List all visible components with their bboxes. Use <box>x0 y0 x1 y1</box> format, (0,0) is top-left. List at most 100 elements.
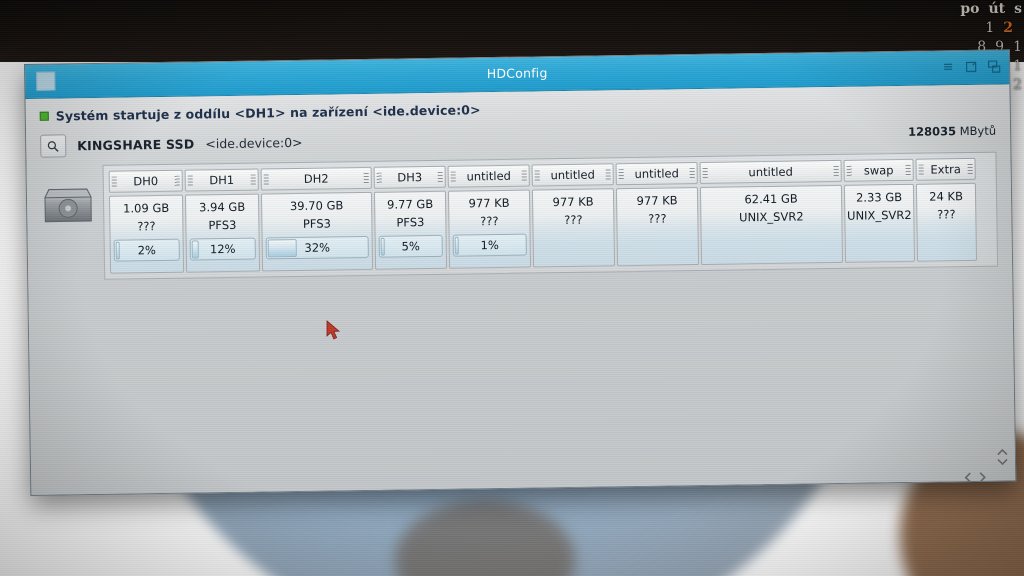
partition-filesystem: PFS3 <box>302 216 331 231</box>
partition-name: DH0 <box>133 174 159 189</box>
desktop: po út s 1 2 8 9 1 15 16 1 22 23 2 HDConf… <box>0 0 1024 576</box>
resize-grip-left-icon[interactable] <box>618 168 624 180</box>
partition-body[interactable]: 3.94 GB PFS3 12% <box>184 193 261 273</box>
partition-body[interactable]: 2.33 GB UNIX_SVR2 <box>843 183 916 263</box>
partition-area: DH0 1.09 GB??? 2% DH1 3.94 GB PFS3 12% DH2 39.70… <box>41 151 999 281</box>
depth-gadget-icon[interactable] <box>941 59 955 73</box>
resize-grip-left-icon[interactable] <box>534 169 540 181</box>
partition-header[interactable]: swap <box>843 158 914 182</box>
calendar-day: 1 <box>1013 39 1022 55</box>
partition-body[interactable]: 1.09 GB??? 2% <box>108 194 185 274</box>
partition-name: untitled <box>634 166 679 181</box>
partition-size: 24 KB <box>929 189 964 204</box>
partition-header[interactable]: untitled <box>699 159 842 184</box>
zoom-gadget-icon[interactable] <box>987 59 1001 73</box>
partition-column[interactable]: untitled 977 KB??? 1% <box>447 164 532 269</box>
scroll-down-arrow-icon[interactable] <box>997 450 1008 466</box>
partition-size: 2.33 GB <box>855 189 903 205</box>
partition-size: 977 KB <box>636 193 678 208</box>
resize-grip-left-icon[interactable] <box>111 176 117 188</box>
calendar-day-today: 2 <box>1003 20 1013 36</box>
partition-size: 977 KB <box>468 195 510 211</box>
resize-grip-right-icon[interactable] <box>437 171 443 183</box>
partition-column[interactable]: Extra 24 KB??? <box>915 157 978 262</box>
partition-size: 9.77 GB <box>386 196 434 212</box>
resize-grip-right-icon[interactable] <box>689 167 695 179</box>
partition-body[interactable]: 977 KB??? <box>615 187 700 267</box>
partition-column[interactable]: DH0 1.09 GB??? 2% <box>108 169 185 274</box>
resize-grip-right-icon[interactable] <box>967 163 973 175</box>
resize-grip-right-icon[interactable] <box>174 175 180 187</box>
partition-size: 62.41 GB <box>744 191 798 207</box>
resize-grip-left-icon[interactable] <box>918 164 924 176</box>
usage-gauge: 12% <box>189 237 256 261</box>
partition-column[interactable]: DH1 3.94 GB PFS3 12% <box>184 168 261 273</box>
vertical-scroll-arrows[interactable] <box>997 441 1008 466</box>
partition-body[interactable]: 977 KB??? 1% <box>447 189 532 269</box>
partition-name: untitled <box>550 167 595 183</box>
resize-grip-left-icon[interactable] <box>702 167 708 179</box>
resize-grip-right-icon[interactable] <box>905 164 911 176</box>
partition-column[interactable]: swap 2.33 GB UNIX_SVR2 <box>843 158 916 263</box>
device-path: <ide.device:0> <box>205 134 303 152</box>
calendar-header-day: út <box>988 1 1006 17</box>
horizontal-scroll-arrows[interactable] <box>964 468 989 483</box>
partition-name: Extra <box>930 162 961 177</box>
partition-header[interactable]: DH2 <box>260 166 372 191</box>
partition-body[interactable]: 24 KB??? <box>915 182 978 262</box>
resize-grip-right-icon[interactable] <box>833 165 839 177</box>
device-name: KINGSHARE SSD <box>77 136 195 154</box>
partition-header[interactable]: untitled <box>447 164 530 188</box>
partition-filesystem: UNIX_SVR2 <box>846 207 912 223</box>
partition-filesystem: ??? <box>937 207 956 222</box>
boot-status-line: Systém startuje z oddílu <DH1> na zaříze… <box>39 95 996 124</box>
partition-header[interactable]: untitled <box>615 162 698 186</box>
partition-header[interactable]: DH3 <box>373 165 446 189</box>
partition-body[interactable]: 62.41 GB UNIX_SVR2 <box>699 184 844 265</box>
partition-column[interactable]: untitled 62.41 GB UNIX_SVR2 <box>699 159 844 265</box>
resize-grip-right-icon[interactable] <box>363 172 369 184</box>
partition-header[interactable]: Extra <box>915 157 976 181</box>
partition-filesystem: UNIX_SVR2 <box>738 209 804 225</box>
usage-gauge-fill <box>267 238 298 258</box>
resize-grip-left-icon[interactable] <box>187 175 193 187</box>
partition-header[interactable]: untitled <box>531 163 614 187</box>
calendar-day: 1 <box>985 20 995 36</box>
partition-column[interactable]: untitled 977 KB??? <box>531 163 616 268</box>
partition-column[interactable]: DH3 9.77 GB PFS3 5% <box>373 165 448 270</box>
magnifier-icon[interactable] <box>40 134 67 158</box>
resize-grip-left-icon[interactable] <box>846 165 852 177</box>
scroll-left-arrow-icon[interactable] <box>964 468 975 483</box>
resize-grip-right-icon[interactable] <box>250 174 256 186</box>
partition-body[interactable]: 977 KB??? <box>531 188 616 268</box>
partition-body[interactable]: 39.70 GB PFS3 32% <box>260 191 374 272</box>
partition-column[interactable]: DH2 39.70 GB PFS3 32% <box>260 166 374 272</box>
resize-grip-left-icon[interactable] <box>263 173 269 185</box>
partition-header[interactable]: DH0 <box>108 169 183 193</box>
window-title: HDConfig <box>486 65 548 82</box>
usage-gauge: 5% <box>378 234 443 258</box>
scroll-right-arrow-icon[interactable] <box>978 468 989 483</box>
partition-size: 3.94 GB <box>199 199 246 215</box>
resize-grip-left-icon[interactable] <box>376 172 382 184</box>
partition-name: DH3 <box>397 170 423 185</box>
iconify-gadget-icon[interactable] <box>964 59 978 73</box>
resize-grip-right-icon[interactable] <box>521 170 527 182</box>
resize-grip-left-icon[interactable] <box>450 171 456 183</box>
calendar-header-row: po út s <box>936 0 1022 19</box>
partition-body[interactable]: 9.77 GB PFS3 5% <box>373 190 448 270</box>
partition-name: DH2 <box>303 171 329 186</box>
partition-header[interactable]: DH1 <box>184 168 259 192</box>
partition-column[interactable]: untitled 977 KB??? <box>615 162 700 267</box>
usage-percent: 32% <box>304 240 331 255</box>
window-gadget-group <box>941 59 1001 74</box>
calendar-day: 1 <box>1013 58 1022 74</box>
window-body: Systém startuje z oddílu <DH1> na zaříze… <box>25 60 1016 495</box>
resize-grip-right-icon[interactable] <box>605 168 611 180</box>
usage-percent: 1% <box>480 237 499 253</box>
usage-gauge-fill <box>191 240 199 259</box>
scroll-up-arrow-icon[interactable] <box>997 441 1008 456</box>
partition-filesystem: ??? <box>648 211 667 226</box>
partition-table: DH0 1.09 GB??? 2% DH1 3.94 GB PFS3 12% DH2 39.70… <box>102 151 999 280</box>
usage-percent: 2% <box>137 243 157 258</box>
